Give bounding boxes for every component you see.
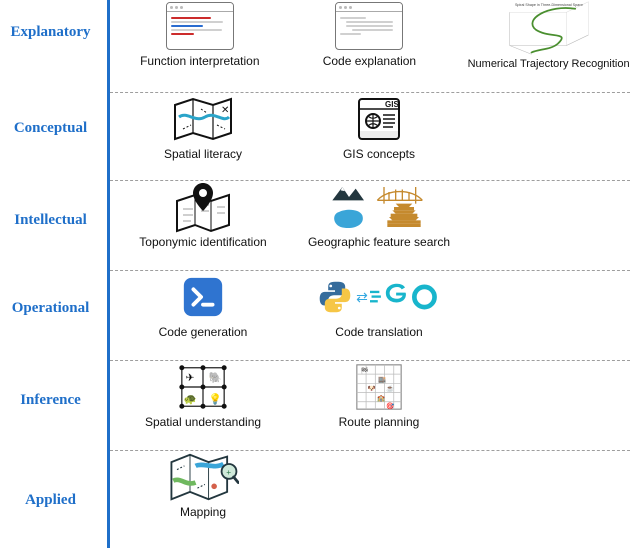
item-route-planning: 🏁 🏬 🐶 ☕ 🏫 🎯 Route planning	[304, 361, 454, 429]
gis-badge-text: GIS	[385, 100, 399, 109]
grid-route-icon: 🏁 🏬 🐶 ☕ 🏫 🎯	[343, 361, 415, 413]
item-label: Toponymic identification	[139, 235, 266, 249]
category-conceptual: Conceptual	[0, 120, 101, 137]
item-code-translation: ⇄ Code translation	[304, 271, 454, 339]
svg-text:🏁: 🏁	[361, 367, 369, 375]
swap-arrows-icon: ⇄	[356, 289, 366, 306]
row-intellectual: Toponymic identification	[110, 181, 630, 271]
diagram-wrap: Explanatory Conceptual Intellectual Oper…	[0, 0, 640, 552]
item-spatial-understanding: ✈ 🐘 🐢 💡 Spatial understanding	[128, 361, 278, 429]
landmark-collage-icon	[329, 181, 429, 233]
svg-text:🏫: 🏫	[377, 394, 385, 402]
item-label: GIS concepts	[343, 147, 415, 161]
item-label: Code translation	[335, 325, 422, 339]
item-label: Function interpretation	[140, 54, 259, 68]
plot-title: Spiral Shape in Three-Dimensional Space	[515, 3, 583, 7]
category-sidebar: Explanatory Conceptual Intellectual Oper…	[0, 0, 110, 548]
svg-text:🐢: 🐢	[184, 393, 197, 405]
item-mapping: + Mapping	[128, 451, 278, 519]
svg-text:🐘: 🐘	[209, 371, 222, 384]
item-numerical-trajectory: Spiral Shape in Three-Dimensional Space …	[467, 0, 630, 70]
map-pin-icon	[167, 181, 239, 233]
item-gis-concepts: GIS GIS concepts	[304, 93, 454, 161]
svg-text:🐶: 🐶	[368, 385, 376, 393]
row-operational: Code generation ⇄	[110, 271, 630, 361]
row-conceptual: ✕ Spatial literacy GIS	[110, 93, 630, 181]
terminal-icon	[167, 271, 239, 323]
item-label: Numerical Trajectory Recognition	[468, 58, 630, 70]
category-inference: Inference	[0, 392, 101, 409]
content-area: Function interpretation	[110, 0, 636, 548]
item-label: Mapping	[180, 505, 226, 519]
svg-text:☕: ☕	[386, 384, 394, 393]
item-function-interpretation: Function interpretation	[128, 0, 272, 68]
python-logo-icon	[318, 280, 352, 314]
item-code-generation: Code generation	[128, 271, 278, 339]
item-code-explanation: Code explanation	[298, 0, 442, 68]
item-label: Spatial literacy	[164, 147, 242, 161]
category-applied: Applied	[0, 492, 101, 509]
svg-text:💡: 💡	[209, 392, 222, 405]
row-applied: + Mapping	[110, 451, 630, 547]
svg-text:🎯: 🎯	[386, 402, 394, 410]
category-operational: Operational	[0, 300, 101, 317]
map-magnify-icon: +	[167, 451, 239, 503]
row-inference: ✈ 🐘 🐢 💡 Spatial understanding	[110, 361, 630, 451]
svg-text:+: +	[226, 467, 231, 477]
row-explanatory: Function interpretation	[110, 0, 630, 93]
map-icon: ✕	[167, 93, 239, 145]
item-label: Spatial understanding	[145, 415, 261, 429]
item-geographic-feature-search: Geographic feature search	[304, 181, 454, 249]
item-spatial-literacy: ✕ Spatial literacy	[128, 93, 278, 161]
svg-text:✈: ✈	[186, 372, 195, 384]
code-window-code-icon	[333, 0, 405, 52]
item-label: Geographic feature search	[308, 235, 450, 249]
gis-book-icon: GIS	[343, 93, 415, 145]
grid-objects-icon: ✈ 🐘 🐢 💡	[167, 361, 239, 413]
python-to-go-icon: ⇄	[311, 271, 447, 323]
category-intellectual: Intellectual	[0, 212, 101, 229]
svg-text:✕: ✕	[221, 105, 229, 116]
item-label: Code explanation	[323, 54, 416, 68]
trajectory-3d-icon: Spiral Shape in Three-Dimensional Space	[494, 0, 604, 56]
item-label: Code generation	[159, 325, 248, 339]
item-toponymic-identification: Toponymic identification	[128, 181, 278, 249]
code-window-qa-icon	[164, 0, 236, 52]
go-logo-icon	[370, 281, 440, 313]
svg-text:🏬: 🏬	[378, 375, 386, 383]
item-label: Route planning	[339, 415, 420, 429]
category-explanatory: Explanatory	[0, 24, 101, 41]
